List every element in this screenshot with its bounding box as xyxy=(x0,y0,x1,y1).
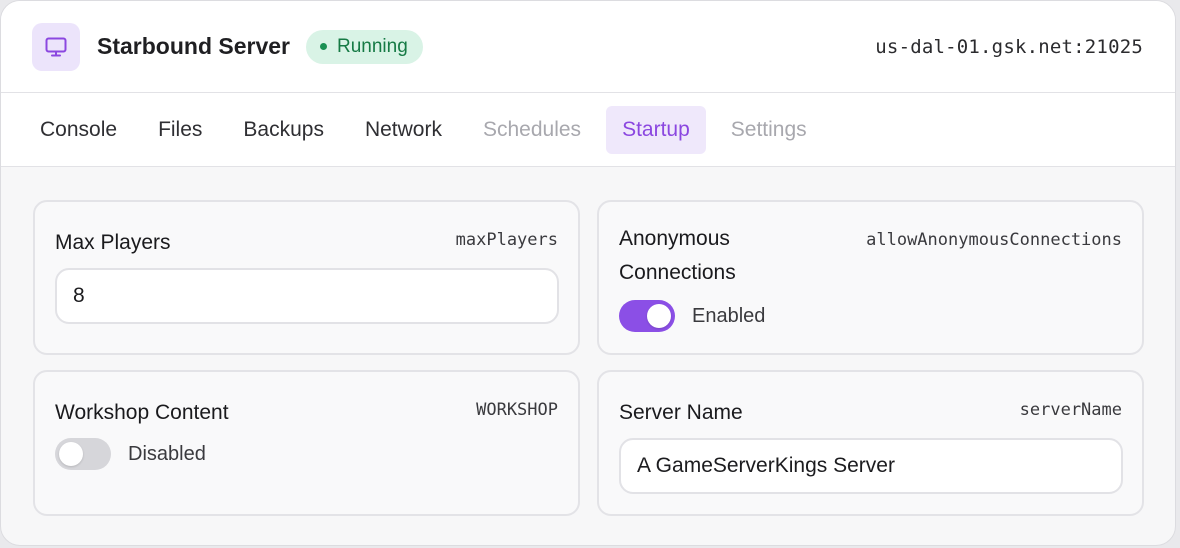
variable-key: serverName xyxy=(1019,400,1122,420)
anonymous-toggle-row: Enabled xyxy=(619,300,765,332)
tab-bar: Console Files Backups Network Schedules … xyxy=(1,93,1175,167)
tab-startup[interactable]: Startup xyxy=(606,105,706,154)
workshop-toggle-row: Disabled xyxy=(55,438,206,470)
monitor-icon xyxy=(32,22,80,71)
toggle-knob xyxy=(647,304,671,328)
variable-key: allowAnonymousConnections xyxy=(866,230,1122,250)
tab-backups[interactable]: Backups xyxy=(227,106,340,154)
toggle-knob xyxy=(59,442,83,466)
variable-workshop-content: Workshop Content WORKSHOP Disabled xyxy=(33,370,580,516)
server-header: Starbound Server Running us-dal-01.gsk.n… xyxy=(1,1,1175,93)
server-card: Starbound Server Running us-dal-01.gsk.n… xyxy=(0,0,1176,546)
variable-title-line-1: Anonymous xyxy=(619,227,730,250)
tab-schedules: Schedules xyxy=(482,117,582,141)
variable-title: Server Name xyxy=(619,401,743,424)
variable-anonymous-connections: Anonymous Connections allowAnonymousConn… xyxy=(597,200,1144,355)
toggle-state-label: Enabled xyxy=(692,304,766,327)
status-badge: Running xyxy=(306,29,423,64)
variable-server-name: Server Name serverName xyxy=(597,370,1144,516)
variable-title: Anonymous Connections xyxy=(619,222,736,290)
anonymous-connections-toggle[interactable] xyxy=(619,300,675,332)
variable-title: Max Players xyxy=(55,231,171,254)
tab-network[interactable]: Network xyxy=(349,106,458,154)
server-title: Starbound Server xyxy=(97,33,290,59)
server-address: us-dal-01.gsk.net:21025 xyxy=(875,35,1143,58)
toggle-state-label: Disabled xyxy=(128,442,206,465)
variable-max-players: Max Players maxPlayers xyxy=(33,200,580,355)
tab-settings: Settings xyxy=(730,117,807,141)
tab-files[interactable]: Files xyxy=(142,106,218,154)
server-name-input[interactable] xyxy=(619,438,1123,494)
variable-title-line-2: Connections xyxy=(619,261,736,284)
workshop-content-toggle[interactable] xyxy=(55,438,111,470)
max-players-input[interactable] xyxy=(55,268,559,324)
tab-console[interactable]: Console xyxy=(24,106,133,154)
status-label: Running xyxy=(337,35,408,57)
variable-title: Workshop Content xyxy=(55,401,229,424)
variable-key: WORKSHOP xyxy=(476,400,558,420)
variable-key: maxPlayers xyxy=(455,230,558,250)
status-dot-icon xyxy=(320,43,327,50)
